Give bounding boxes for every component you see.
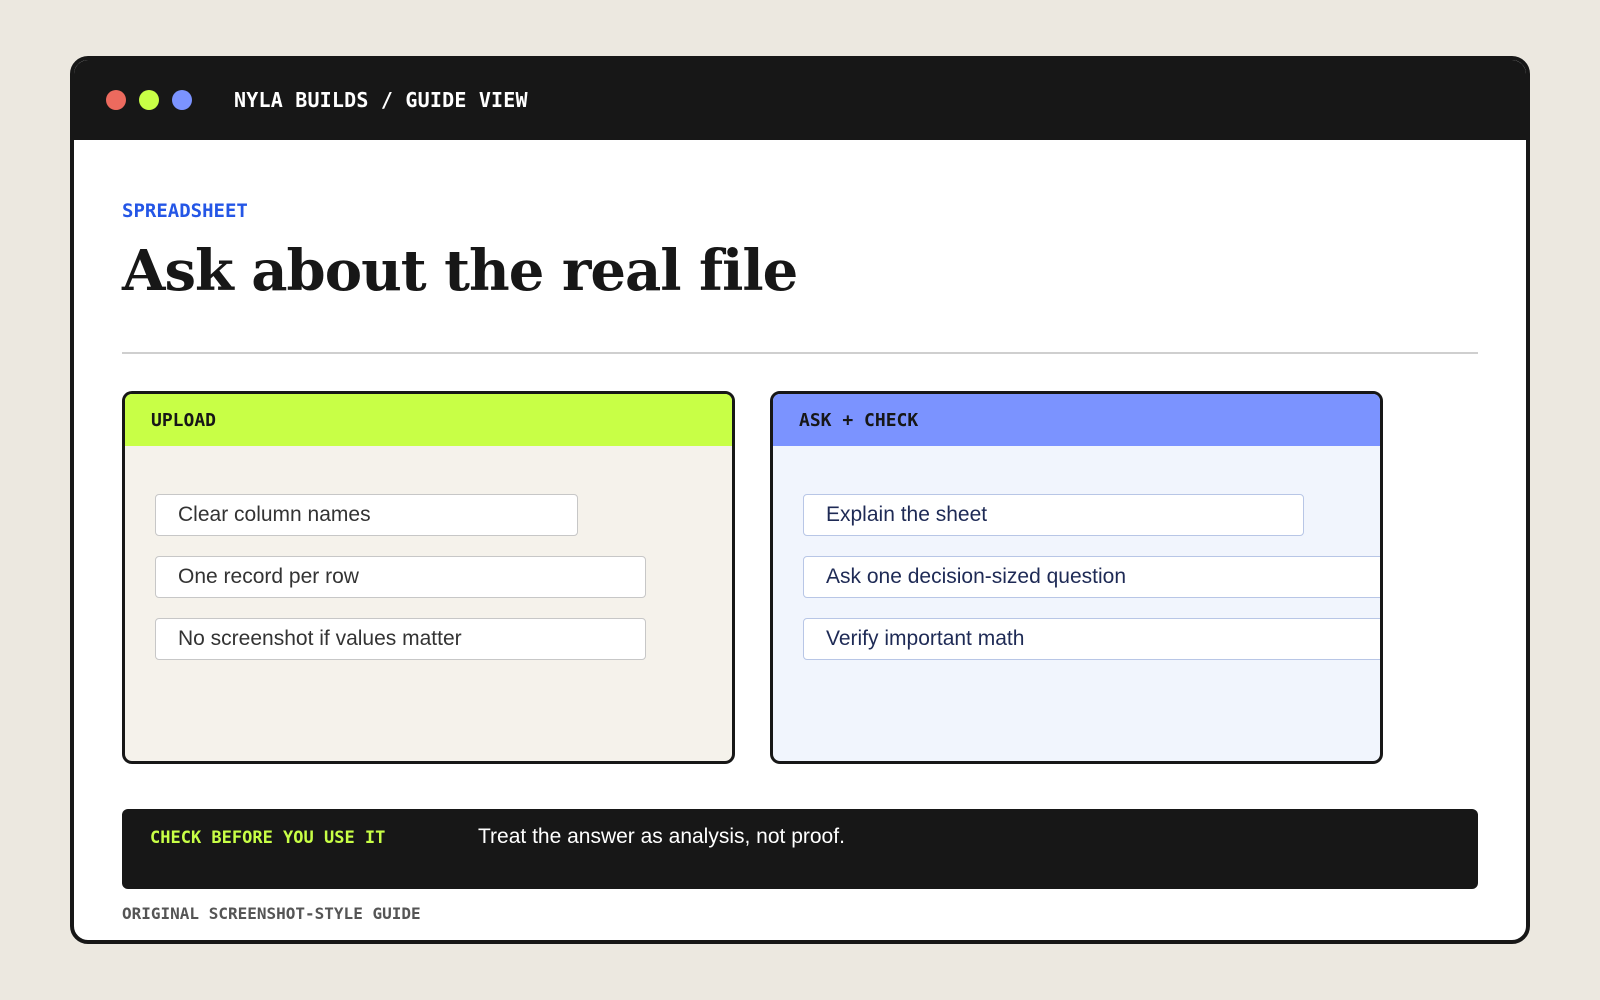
- checklist-item: No screenshot if values matter: [155, 618, 646, 660]
- maximize-window-button[interactable]: [172, 90, 192, 110]
- minimize-window-button[interactable]: [139, 90, 159, 110]
- ask-check-checklist: Explain the sheet Ask one decision-sized…: [803, 494, 1380, 680]
- banner-text: Treat the answer as analysis, not proof.: [478, 825, 845, 848]
- checklist-item: Ask one decision-sized question: [803, 556, 1380, 598]
- upload-checklist: Clear column names One record per row No…: [155, 494, 646, 680]
- checklist-item: Clear column names: [155, 494, 578, 536]
- ask-check-card-header: ASK + CHECK: [773, 394, 1380, 446]
- window-controls: [106, 90, 205, 110]
- checklist-item: Verify important math: [803, 618, 1380, 660]
- checklist-item: One record per row: [155, 556, 646, 598]
- ask-check-card: ASK + CHECK Explain the sheet Ask one de…: [770, 391, 1383, 764]
- window-title: NYLA BUILDS / GUIDE VIEW: [234, 88, 528, 112]
- upload-card: UPLOAD Clear column names One record per…: [122, 391, 735, 764]
- footer-note: ORIGINAL SCREENSHOT-STYLE GUIDE: [122, 904, 421, 923]
- checklist-item: Explain the sheet: [803, 494, 1304, 536]
- page-title: Ask about the real file: [122, 238, 798, 304]
- title-divider: [122, 352, 1478, 354]
- upload-card-header: UPLOAD: [125, 394, 732, 446]
- check-banner: CHECK BEFORE YOU USE IT Treat the answer…: [122, 809, 1478, 889]
- banner-label: CHECK BEFORE YOU USE IT: [150, 828, 386, 848]
- guide-window: NYLA BUILDS / GUIDE VIEW SPREADSHEET Ask…: [70, 56, 1530, 944]
- close-window-button[interactable]: [106, 90, 126, 110]
- title-bar: NYLA BUILDS / GUIDE VIEW: [74, 60, 1526, 140]
- section-eyebrow: SPREADSHEET: [122, 200, 248, 222]
